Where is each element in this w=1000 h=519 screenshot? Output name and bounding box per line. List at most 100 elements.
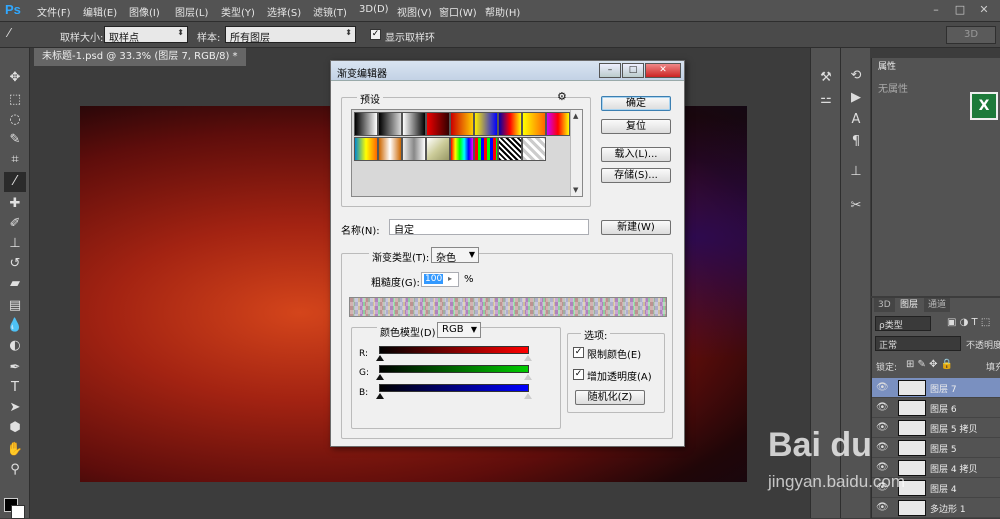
scroll-down-icon[interactable]: ▼: [573, 186, 578, 194]
save-button[interactable]: 存储(S)...: [601, 168, 671, 183]
character-icon[interactable]: A: [846, 110, 866, 130]
dialog-close-button[interactable]: ✕: [645, 63, 681, 78]
scroll-up-icon[interactable]: ▲: [573, 112, 578, 120]
layer-row[interactable]: 👁 图层 5 拷贝: [872, 418, 1000, 438]
close-app-button[interactable]: ✕: [972, 1, 996, 19]
tab-layers[interactable]: 图层: [896, 298, 923, 312]
layer-row[interactable]: 👁 图层 7: [872, 378, 1000, 398]
channel-b-min-stop[interactable]: [376, 393, 384, 399]
paragraph-icon[interactable]: ¶: [846, 132, 866, 152]
preset-swatch[interactable]: [354, 137, 378, 161]
blend-mode-select[interactable]: 正常: [875, 336, 961, 351]
channel-g-min-stop[interactable]: [376, 374, 384, 380]
menu-item-5[interactable]: 选择(S): [267, 4, 301, 19]
eye-icon[interactable]: 👁: [876, 422, 889, 433]
document-tab[interactable]: 未标题-1.psd @ 33.3% (图层 7, RGB/8) *: [34, 48, 246, 66]
preset-swatch[interactable]: [522, 137, 546, 161]
menu-item-0[interactable]: 文件(F): [37, 4, 71, 19]
channel-r-max-stop[interactable]: [524, 355, 532, 361]
menu-item-6[interactable]: 滤镜(T): [313, 4, 347, 19]
roughness-arrow-icon[interactable]: ▸: [448, 274, 452, 283]
preset-swatch[interactable]: [378, 112, 402, 136]
presets-scrollbar[interactable]: ▲ ▼: [570, 110, 582, 196]
randomize-button[interactable]: 随机化(Z): [575, 390, 645, 405]
load-button[interactable]: 载入(L)...: [601, 147, 671, 162]
eye-icon[interactable]: 👁: [876, 502, 889, 513]
move-tool-icon[interactable]: ✥: [4, 68, 26, 88]
adjustments-icon[interactable]: ⚍: [816, 90, 836, 110]
menu-item-3[interactable]: 图层(L): [175, 4, 208, 19]
preset-swatch[interactable]: [426, 112, 450, 136]
ok-button[interactable]: 确定: [601, 96, 671, 111]
maximize-button[interactable]: □: [948, 1, 972, 19]
dodge-tool-icon[interactable]: ◐: [4, 336, 26, 356]
menu-item-9[interactable]: 窗口(W): [439, 4, 477, 19]
reset-button[interactable]: 复位: [601, 119, 671, 134]
pen-tool-icon[interactable]: ✒: [4, 358, 26, 378]
menu-item-1[interactable]: 编辑(E): [83, 4, 117, 19]
layer-row[interactable]: 👁 多边形 1: [872, 498, 1000, 518]
menu-item-7[interactable]: 3D(D): [359, 4, 389, 15]
preset-swatch[interactable]: [498, 137, 522, 161]
brush-tool-icon[interactable]: ✐: [4, 214, 26, 234]
dialog-titlebar[interactable]: 渐变编辑器 – □ ✕: [331, 61, 684, 81]
channel-b-track[interactable]: [379, 384, 529, 392]
lasso-tool-icon[interactable]: ◌: [4, 110, 26, 130]
actions-play-icon[interactable]: ▶: [846, 88, 866, 108]
history-brush-tool-icon[interactable]: ↺: [4, 254, 26, 274]
layer-filter-select[interactable]: ρ类型: [875, 316, 931, 331]
name-field[interactable]: 自定: [389, 219, 589, 236]
background-color-swatch[interactable]: [11, 505, 25, 519]
sample-size-select[interactable]: 取样点 ⬍: [104, 26, 188, 43]
eraser-tool-icon[interactable]: ▰: [4, 274, 26, 294]
tab-properties[interactable]: 属性: [874, 60, 901, 74]
tool-presets-icon[interactable]: ✂: [846, 196, 866, 216]
preset-swatch[interactable]: [474, 137, 498, 161]
preset-swatch[interactable]: [546, 112, 570, 136]
quick-select-tool-icon[interactable]: ✎: [4, 130, 26, 150]
preset-swatch[interactable]: [474, 112, 498, 136]
hand-tool-icon[interactable]: ✋: [4, 440, 26, 460]
channel-b-max-stop[interactable]: [524, 393, 532, 399]
tab-3d[interactable]: 3D: [874, 298, 895, 312]
clone-source-icon[interactable]: ⊥: [846, 162, 866, 182]
eye-icon[interactable]: 👁: [876, 442, 889, 453]
channel-g-track[interactable]: [379, 365, 529, 373]
lock-icons[interactable]: ⊞ ✎ ✥ 🔒: [906, 359, 953, 370]
preset-swatch[interactable]: [402, 137, 426, 161]
channel-g-max-stop[interactable]: [524, 374, 532, 380]
filter-icons[interactable]: ▣ ◑ T ⬚: [947, 317, 990, 328]
eyedropper-tool-preset-icon[interactable]: ⁄: [8, 26, 24, 44]
menu-item-4[interactable]: 类型(Y): [221, 4, 255, 19]
dialog-minimize-button[interactable]: –: [599, 63, 621, 78]
preset-swatch[interactable]: [402, 112, 426, 136]
dialog-maximize-button[interactable]: □: [622, 63, 644, 78]
layer-row[interactable]: 👁 图层 5: [872, 438, 1000, 458]
color-model-select[interactable]: RGB ▼: [437, 322, 481, 338]
roughness-field[interactable]: 100 ▸: [421, 272, 459, 287]
brush-presets-icon[interactable]: ⚒: [816, 68, 836, 88]
healing-brush-tool-icon[interactable]: ✚: [4, 194, 26, 214]
gradient-type-select[interactable]: 杂色 ▼: [431, 247, 479, 264]
add-transparency-checkbox[interactable]: ✓: [573, 369, 584, 380]
preset-swatch[interactable]: [378, 137, 402, 161]
history-icon[interactable]: ⟲: [846, 66, 866, 86]
zoom-tool-icon[interactable]: ⚲: [4, 460, 26, 480]
preset-swatch[interactable]: [498, 112, 522, 136]
menu-item-2[interactable]: 图像(I): [129, 4, 160, 19]
presets-gear-icon[interactable]: ⚙: [557, 90, 567, 103]
path-select-tool-icon[interactable]: ➤: [4, 398, 26, 418]
channel-r-track[interactable]: [379, 346, 529, 354]
menu-item-10[interactable]: 帮助(H): [485, 4, 520, 19]
eye-icon[interactable]: 👁: [876, 382, 889, 393]
eyedropper-tool-icon[interactable]: ⁄: [4, 172, 26, 192]
gradient-tool-icon[interactable]: ▤: [4, 296, 26, 316]
layer-row[interactable]: 👁 图层 6: [872, 398, 1000, 418]
restrict-colors-checkbox[interactable]: ✓: [573, 347, 584, 358]
tab-channels[interactable]: 通道: [924, 298, 951, 312]
crop-tool-icon[interactable]: ⌗: [4, 150, 26, 170]
preset-swatch[interactable]: [522, 112, 546, 136]
menu-item-8[interactable]: 视图(V): [397, 4, 432, 19]
clone-stamp-tool-icon[interactable]: ⊥: [4, 234, 26, 254]
type-tool-icon[interactable]: T: [4, 378, 26, 398]
